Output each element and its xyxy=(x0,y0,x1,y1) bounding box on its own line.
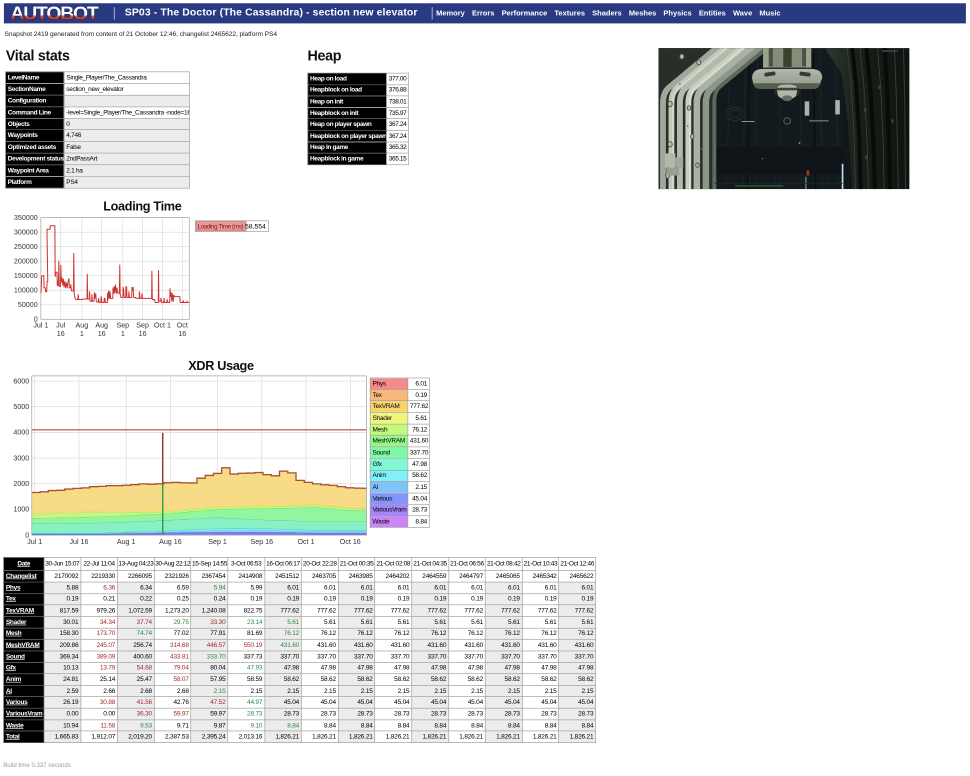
svg-text:3000: 3000 xyxy=(13,454,29,462)
svg-text:250000: 250000 xyxy=(14,243,38,251)
svg-text:16: 16 xyxy=(139,330,147,338)
svg-text:Aug 1: Aug 1 xyxy=(117,538,136,546)
svg-text:1: 1 xyxy=(80,330,84,338)
svg-text:Jul: Jul xyxy=(56,322,66,330)
svg-text:AUTOBOT: AUTOBOT xyxy=(10,4,99,24)
svg-text:50000: 50000 xyxy=(18,301,38,309)
svg-text:200000: 200000 xyxy=(14,257,38,265)
svg-text:Oct 1: Oct 1 xyxy=(154,322,171,330)
svg-text:Aug: Aug xyxy=(95,322,108,330)
svg-text:350000: 350000 xyxy=(14,214,38,222)
svg-text:16: 16 xyxy=(178,330,186,338)
svg-text:Sep 1: Sep 1 xyxy=(208,538,227,546)
svg-text:1000: 1000 xyxy=(13,506,29,514)
svg-text:Jul 16: Jul 16 xyxy=(69,538,88,546)
svg-text:Oct 16: Oct 16 xyxy=(340,538,361,546)
svg-text:16: 16 xyxy=(98,330,106,338)
svg-text:150000: 150000 xyxy=(14,272,38,280)
svg-text:58,554: 58,554 xyxy=(245,224,266,231)
svg-text:Oct 1: Oct 1 xyxy=(298,538,315,546)
svg-text:100000: 100000 xyxy=(14,287,38,295)
svg-text:6000: 6000 xyxy=(13,377,29,385)
svg-text:Sep 16: Sep 16 xyxy=(251,538,274,546)
svg-text:Aug 16: Aug 16 xyxy=(159,538,182,546)
svg-text:Oct: Oct xyxy=(177,322,188,330)
svg-text:Jul 1: Jul 1 xyxy=(27,538,42,546)
svg-text:Sep: Sep xyxy=(116,322,129,330)
svg-text:1: 1 xyxy=(121,330,125,338)
svg-text:Aug: Aug xyxy=(76,322,89,330)
svg-text:2000: 2000 xyxy=(13,480,29,488)
svg-text:Loading Time (ms): Loading Time (ms) xyxy=(198,224,244,231)
svg-text:Sep: Sep xyxy=(136,322,149,330)
svg-text:16: 16 xyxy=(57,330,65,338)
svg-text:Jul 1: Jul 1 xyxy=(33,322,48,330)
svg-text:5000: 5000 xyxy=(13,403,29,411)
svg-text:300000: 300000 xyxy=(14,228,38,236)
svg-text:4000: 4000 xyxy=(13,429,29,437)
